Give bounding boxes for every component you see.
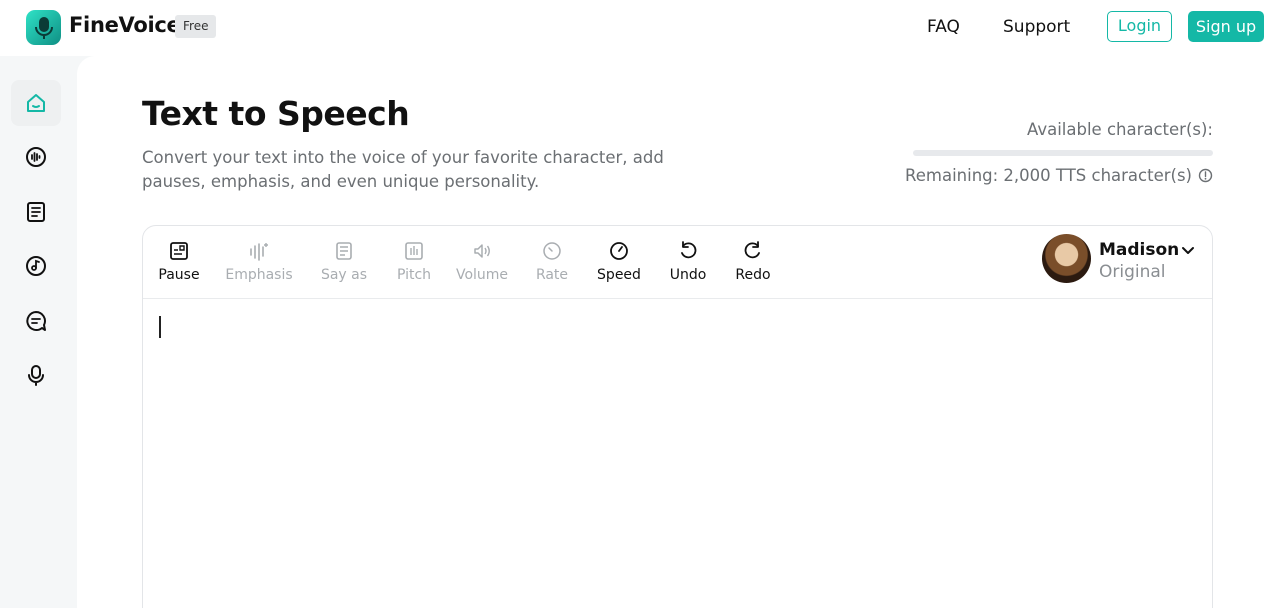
redo-icon xyxy=(744,241,760,259)
redo-label: Redo xyxy=(735,267,771,283)
sidebar-item-voice[interactable] xyxy=(11,134,61,180)
text-cursor xyxy=(159,316,161,338)
sidebar-item-document[interactable] xyxy=(11,189,61,235)
undo-label: Undo xyxy=(669,267,707,283)
chat-icon xyxy=(26,311,46,331)
pitch-label: Pitch xyxy=(396,267,432,283)
sidebar-item-chat[interactable] xyxy=(11,298,61,344)
undo-icon xyxy=(681,241,697,259)
top-bar: FineVoice Free FAQ Support Login Sign up xyxy=(0,0,1280,56)
characters-progress-bar xyxy=(913,150,1213,156)
sidebar-item-home[interactable] xyxy=(11,80,61,126)
pitch-icon xyxy=(405,242,423,260)
remaining-characters-label: Remaining: 2,000 TTS character(s) xyxy=(905,166,1192,185)
say-as-tool[interactable]: Say as xyxy=(319,240,369,288)
volume-tool[interactable]: Volume xyxy=(455,240,509,288)
chevron-down-icon xyxy=(1182,247,1194,254)
rate-tool[interactable]: Rate xyxy=(532,240,572,288)
volume-label: Volume xyxy=(455,267,509,283)
sidebar-item-microphone[interactable] xyxy=(11,352,61,398)
login-button[interactable]: Login xyxy=(1107,11,1172,42)
signup-button[interactable]: Sign up xyxy=(1188,11,1264,42)
pause-tool[interactable]: Pause xyxy=(158,240,200,288)
page-subtitle: Convert your text into the voice of your… xyxy=(142,148,664,191)
voice-name: Madison xyxy=(1099,240,1180,260)
undo-tool[interactable]: Undo xyxy=(668,240,708,288)
brand-name[interactable]: FineVoice xyxy=(69,13,181,37)
nav-support-link[interactable]: Support xyxy=(1003,17,1070,37)
redo-tool[interactable]: Redo xyxy=(733,240,773,288)
speed-icon xyxy=(610,242,628,260)
emphasis-label: Emphasis xyxy=(225,267,293,283)
pause-label: Pause xyxy=(158,267,200,283)
avatar xyxy=(1042,234,1091,283)
text-editor[interactable]: Pause Emphasis Say as Pitch Volume Rate … xyxy=(142,225,1213,608)
voice-style: Original xyxy=(1099,262,1166,282)
speed-label: Speed xyxy=(597,267,641,283)
emphasis-icon xyxy=(250,243,268,261)
voice-wave-icon xyxy=(26,147,46,167)
sidebar xyxy=(0,56,77,608)
pause-icon xyxy=(170,242,188,260)
pitch-tool[interactable]: Pitch xyxy=(394,240,434,288)
nav-faq-link[interactable]: FAQ xyxy=(927,17,960,37)
sidebar-item-music[interactable] xyxy=(11,243,61,289)
microphone-logo-icon[interactable] xyxy=(26,10,61,45)
say-as-label: Say as xyxy=(320,267,368,283)
music-disc-icon xyxy=(26,256,46,276)
emphasis-tool[interactable]: Emphasis xyxy=(225,240,293,288)
info-icon[interactable] xyxy=(1198,168,1213,183)
remaining-characters: Remaining: 2,000 TTS character(s) xyxy=(905,166,1213,185)
home-icon xyxy=(27,94,45,112)
plan-badge: Free xyxy=(175,15,217,38)
available-characters-label: Available character(s): xyxy=(1027,120,1213,139)
rate-label: Rate xyxy=(535,267,569,283)
say-as-icon xyxy=(336,242,352,260)
rate-icon xyxy=(543,242,561,260)
voice-selector[interactable]: Madison Original xyxy=(1042,234,1202,284)
document-icon xyxy=(27,202,45,222)
main-panel: Text to Speech Convert your text into th… xyxy=(77,56,1280,608)
editor-toolbar: Pause Emphasis Say as Pitch Volume Rate … xyxy=(143,226,1212,299)
speed-tool[interactable]: Speed xyxy=(597,240,641,288)
page-title: Text to Speech xyxy=(142,94,410,133)
volume-icon xyxy=(474,244,490,258)
microphone-icon xyxy=(28,365,44,386)
